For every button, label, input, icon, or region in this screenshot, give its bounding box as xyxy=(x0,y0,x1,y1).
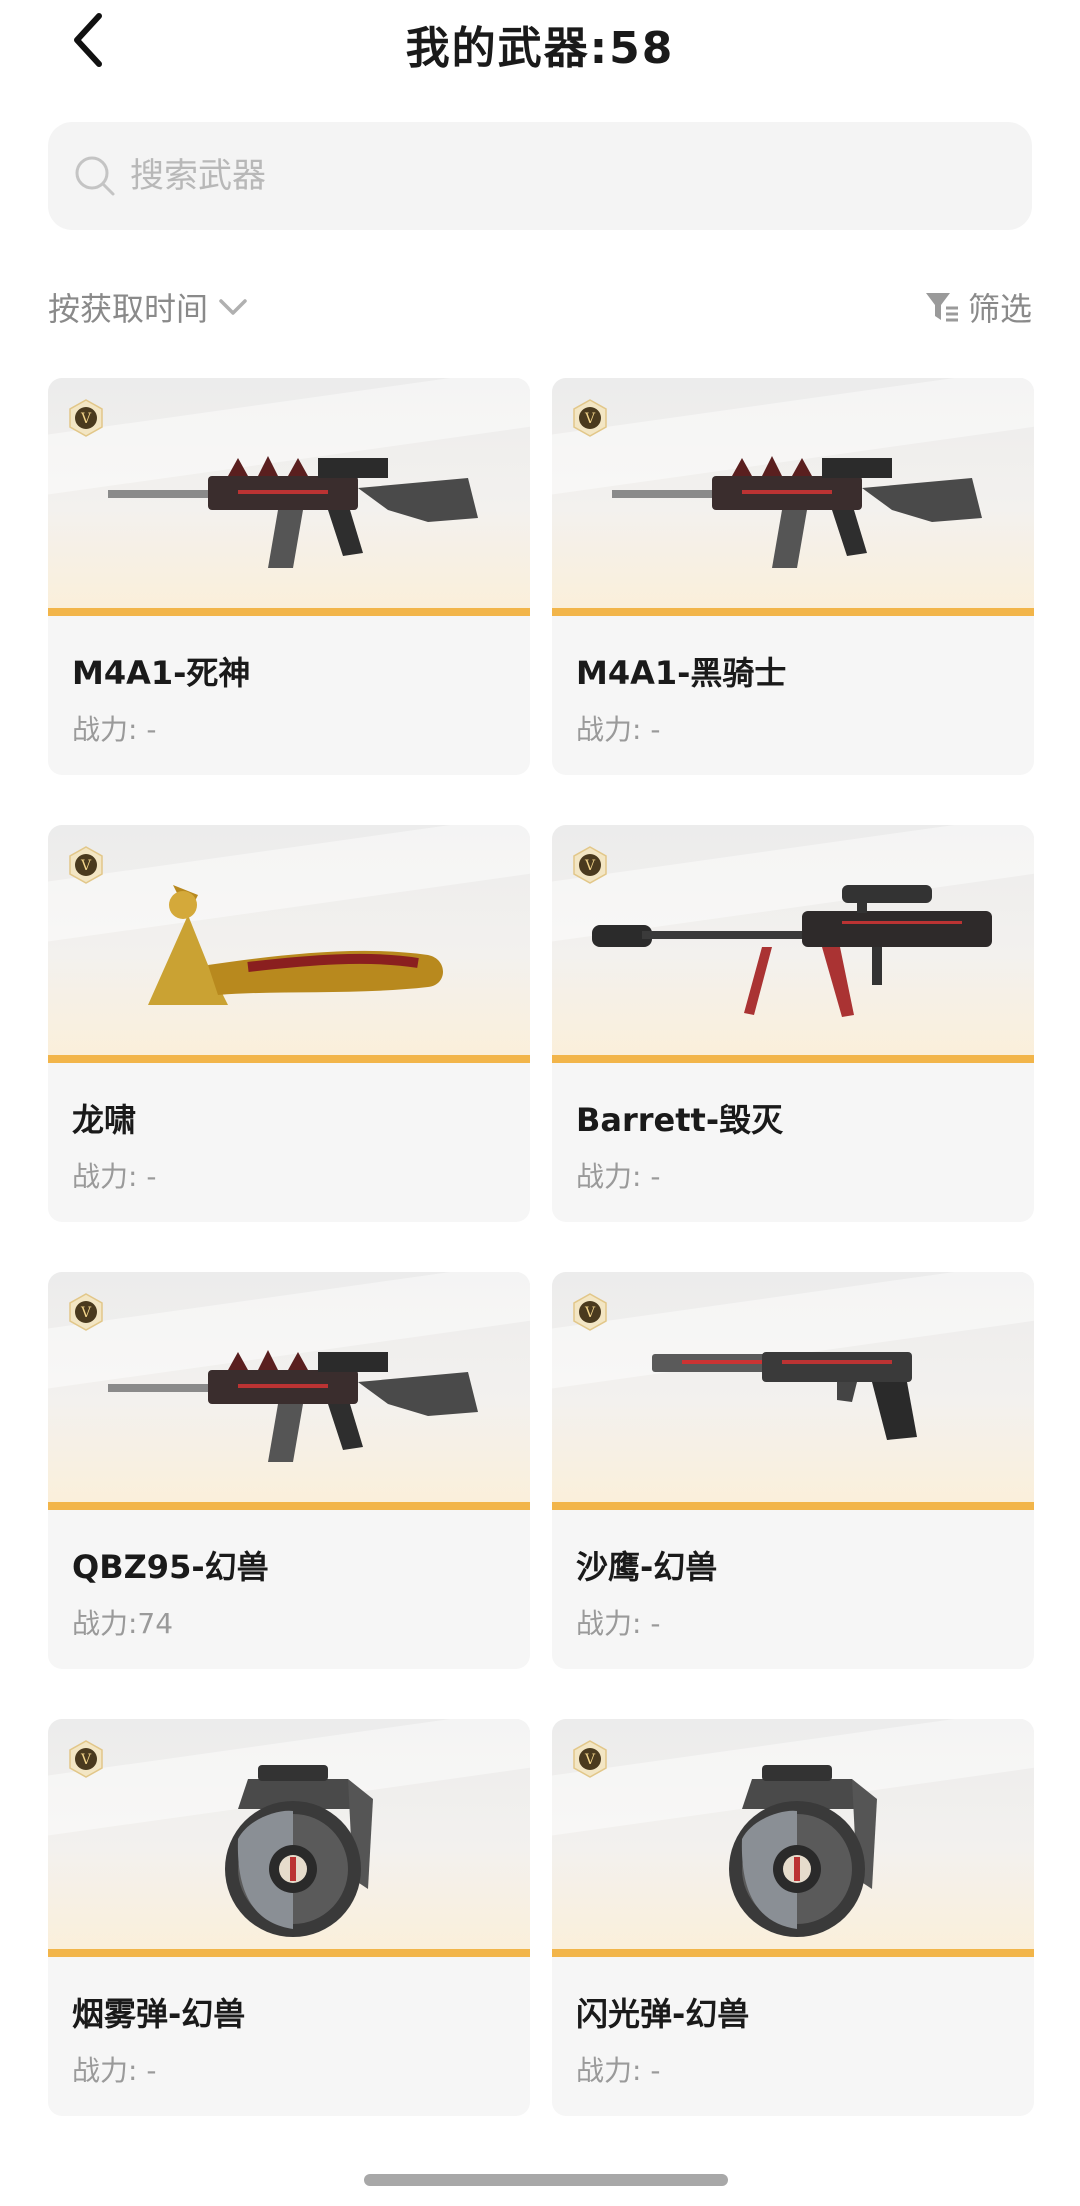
search-input[interactable] xyxy=(130,156,930,196)
search-bar[interactable] xyxy=(48,122,1032,230)
svg-text:V: V xyxy=(584,858,596,874)
weapon-art: V xyxy=(552,1272,1034,1510)
vip-badge-icon: V xyxy=(69,399,103,437)
svg-text:V: V xyxy=(584,1305,596,1321)
vip-badge-icon: V xyxy=(69,1293,103,1331)
weapon-power: 战力: - xyxy=(72,2054,157,2087)
vip-badge-icon: V xyxy=(69,846,103,884)
weapon-name: 闪光弹-幻兽 xyxy=(576,1995,750,2033)
axe-icon xyxy=(148,885,443,1005)
weapon-name: QBZ95-幻兽 xyxy=(72,1548,269,1586)
svg-text:V: V xyxy=(80,1305,92,1321)
filter-label: 筛选 xyxy=(967,290,1032,328)
weapon-name: 烟雾弹-幻兽 xyxy=(72,1995,246,2033)
weapon-power: 战力: - xyxy=(576,1607,661,1640)
grenade-icon xyxy=(729,1765,877,1937)
weapon-name: M4A1-黑骑士 xyxy=(576,654,787,692)
rifle-icon xyxy=(108,456,478,568)
weapon-art: V xyxy=(48,378,530,616)
svg-text:V: V xyxy=(80,858,92,874)
pistol-icon xyxy=(652,1352,917,1440)
weapon-power: 战力: - xyxy=(72,713,157,746)
search-icon xyxy=(75,156,115,196)
vip-badge-icon: V xyxy=(573,846,607,884)
weapon-card[interactable]: V 闪光弹-幻兽战力: - xyxy=(552,1719,1034,2116)
page-title: 我的武器:58 xyxy=(405,23,675,74)
svg-text:V: V xyxy=(584,1752,596,1768)
weapon-name: M4A1-死神 xyxy=(72,654,251,692)
sort-dropdown[interactable]: 按获取时间 xyxy=(48,284,248,330)
sort-label: 按获取时间 xyxy=(48,290,209,328)
weapon-card[interactable]: V 烟雾弹-幻兽战力: - xyxy=(48,1719,530,2116)
weapon-card[interactable]: V M4A1-死神战力: - xyxy=(48,378,530,775)
weapon-card[interactable]: V Barrett-毁灭战力: - xyxy=(552,825,1034,1222)
svg-text:V: V xyxy=(584,411,596,427)
weapon-card[interactable]: V 龙啸战力: - xyxy=(48,825,530,1222)
rifle-icon xyxy=(612,456,982,568)
weapon-name: 龙啸 xyxy=(72,1101,137,1139)
weapon-power: 战力:74 xyxy=(72,1607,174,1640)
weapon-card[interactable]: V QBZ95-幻兽战力:74 xyxy=(48,1272,530,1669)
filter-button[interactable]: 筛选 xyxy=(924,284,1032,330)
weapon-power: 战力: - xyxy=(576,713,661,746)
weapon-power: 战力: - xyxy=(576,1160,661,1193)
svg-text:V: V xyxy=(80,1752,92,1768)
grenade-icon xyxy=(225,1765,373,1937)
filter-icon xyxy=(925,293,958,322)
vip-badge-icon: V xyxy=(573,1740,607,1778)
vip-badge-icon: V xyxy=(573,1293,607,1331)
header: 我的武器:58 xyxy=(0,0,1080,90)
svg-text:V: V xyxy=(80,411,92,427)
weapon-grid: V M4A1-死神 战力: - V M4A1-黑骑士 战力: - V 龙啸 战力: - V Barr… xyxy=(48,378,1034,2116)
home-indicator[interactable] xyxy=(364,2174,728,2186)
weapon-art: V xyxy=(552,378,1034,616)
chevron-down-icon xyxy=(219,299,247,315)
weapon-art: V xyxy=(48,1719,530,1957)
weapon-art: V xyxy=(48,825,530,1063)
weapon-power: 战力: - xyxy=(72,1160,157,1193)
weapon-card[interactable]: V 沙鹰-幻兽战力: - xyxy=(552,1272,1034,1669)
sort-filter-bar: 按获取时间 筛选 xyxy=(48,282,1032,332)
vip-badge-icon: V xyxy=(573,399,607,437)
weapon-name: Barrett-毁灭 xyxy=(576,1101,784,1139)
weapon-art: V xyxy=(552,1719,1034,1957)
weapon-card[interactable]: V M4A1-黑骑士战力: - xyxy=(552,378,1034,775)
weapon-name: 沙鹰-幻兽 xyxy=(576,1548,718,1586)
vip-badge-icon: V xyxy=(69,1740,103,1778)
weapon-art: V xyxy=(48,1272,530,1510)
sniper-icon xyxy=(592,885,992,1017)
rifle-icon xyxy=(108,1350,478,1462)
weapon-art: V xyxy=(552,825,1034,1063)
weapon-power: 战力: - xyxy=(576,2054,661,2087)
